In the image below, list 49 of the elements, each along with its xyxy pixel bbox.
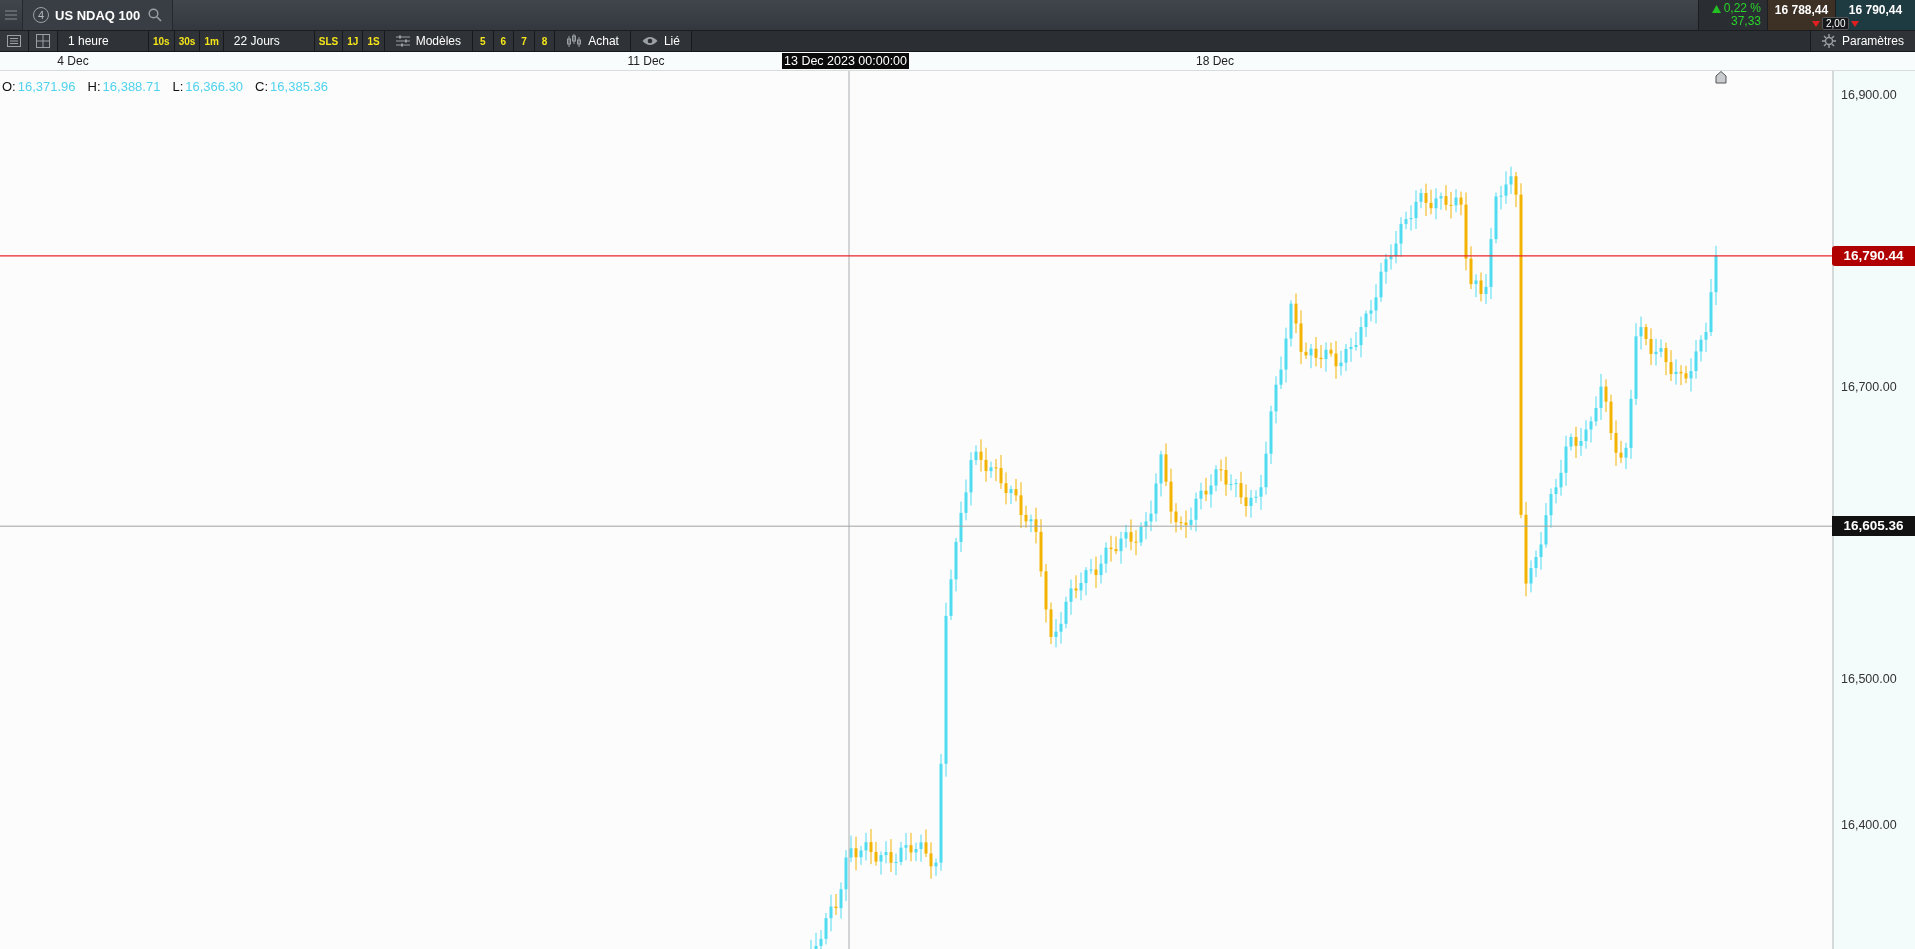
date-label: 4 Dec: [57, 54, 89, 68]
price-tick: 16,900.00: [1841, 88, 1897, 102]
interval-button[interactable]: 30s: [174, 31, 201, 51]
layout-icon[interactable]: [36, 34, 50, 48]
preset-button[interactable]: 5: [473, 31, 494, 51]
settings-button[interactable]: Paramètres: [1809, 31, 1915, 51]
change-percent: 0,22 %: [1723, 2, 1761, 15]
interval-button[interactable]: 10s: [149, 31, 175, 51]
down-triangle-icon: [1812, 20, 1820, 27]
shortcut-button[interactable]: 1S: [363, 31, 385, 51]
interval-button[interactable]: 1m: [200, 31, 224, 51]
preset-button[interactable]: 7: [514, 31, 535, 51]
price-tick: 16,500.00: [1841, 672, 1897, 686]
templates-button[interactable]: Modèles: [384, 31, 473, 51]
instrument-name: US NDAQ 100: [55, 7, 141, 23]
date-label: 18 Dec: [1196, 54, 1234, 68]
crosshair-price-badge: 16,605.36: [1832, 516, 1915, 537]
candlestick-icon: [566, 34, 583, 48]
ohlc-label: H:: [87, 79, 101, 94]
search-icon[interactable]: [148, 8, 163, 22]
buy-button[interactable]: Achat: [555, 31, 631, 51]
preset-button[interactable]: 8: [534, 31, 556, 51]
last-price-badge: 16,790.44: [1832, 245, 1915, 266]
ohlc-value: 16,385.36: [270, 79, 328, 94]
date-label: 11 Dec: [627, 54, 665, 68]
instrument-tab[interactable]: 4 US NDAQ 100: [23, 0, 174, 30]
ohlc-label: C:: [255, 79, 269, 94]
spread-value: 2,00: [1822, 17, 1850, 30]
range-dropdown[interactable]: 22 Jours: [223, 31, 315, 51]
ohlc-value: 16,388.71: [102, 79, 161, 94]
down-triangle-icon: [1851, 20, 1860, 27]
price-tick: 16,700.00: [1841, 380, 1897, 394]
shortcut-button[interactable]: 1J: [343, 31, 364, 51]
ohlc-label: O:: [2, 79, 16, 94]
link-button[interactable]: Lié: [630, 31, 692, 51]
crosshair-time-label: 13 Dec 2023 00:00:00: [782, 53, 910, 69]
shortcut-button[interactable]: SLS: [314, 31, 344, 51]
eye-icon: [641, 36, 658, 46]
change-points: 37,33: [1730, 15, 1761, 28]
settings-icon: [1821, 34, 1836, 48]
ohlc-value: 16,366.30: [185, 79, 244, 94]
price-tick: 16,400.00: [1841, 818, 1897, 832]
ohlc-label: L:: [172, 79, 184, 94]
list-icon[interactable]: [7, 35, 21, 47]
preset-button[interactable]: 6: [493, 31, 515, 51]
interval-dropdown[interactable]: 1 heure: [58, 31, 149, 51]
sliders-icon: [395, 35, 410, 47]
ohlc-value: 16,371.96: [17, 79, 76, 94]
marker-icon[interactable]: [1715, 71, 1727, 84]
